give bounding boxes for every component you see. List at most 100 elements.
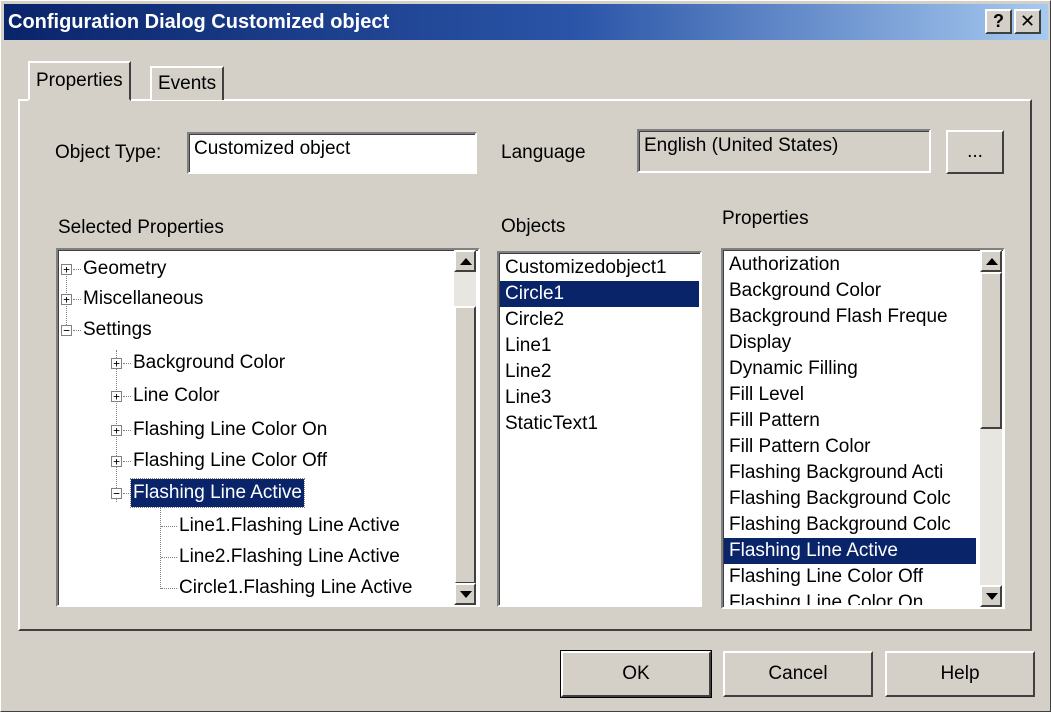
tree-connector (123, 430, 131, 431)
tree-connector (161, 526, 177, 527)
scroll-thumb[interactable] (454, 306, 476, 584)
tree-item-flashing-line-color-on[interactable]: + Flashing Line Color On (58, 416, 448, 444)
tree-connector (161, 557, 177, 558)
properties-list-item[interactable]: Flashing Background Acti (724, 460, 976, 486)
ok-button[interactable]: OK (560, 650, 712, 698)
language-field: English (United States) (637, 129, 931, 173)
tab-label: Events (158, 73, 217, 94)
tree-item-background-color[interactable]: + Background Color (58, 349, 448, 377)
close-icon: ✕ (1019, 11, 1036, 31)
arrow-down-icon (460, 591, 472, 598)
scroll-down-button[interactable] (980, 585, 1002, 607)
properties-list-items: Authorization Background Color Background … (724, 252, 976, 605)
expand-icon[interactable]: + (61, 264, 72, 275)
collapse-icon[interactable]: − (61, 325, 72, 336)
tree-item-label: Line Color (133, 385, 220, 406)
tree-item-label: Geometry (83, 258, 167, 279)
properties-scrollbar[interactable] (980, 250, 1002, 607)
configuration-dialog: Configuration Dialog Customized object ?… (0, 0, 1051, 712)
collapse-icon[interactable]: − (111, 488, 122, 499)
tree-item-label: Background Color (133, 352, 286, 373)
expand-icon[interactable]: + (111, 425, 122, 436)
tab-label: Properties (36, 70, 123, 91)
ok-label: OK (622, 663, 650, 684)
properties-list-item[interactable]: Flashing Background Colc (724, 486, 976, 512)
tab-events[interactable]: Events (150, 66, 225, 100)
properties-list-item[interactable]: Fill Pattern Color (724, 434, 976, 460)
tree-item-label: Miscellaneous (83, 288, 204, 309)
tree-scrollbar[interactable] (454, 250, 476, 605)
arrow-down-icon (986, 593, 998, 600)
tree-item-flashing-line-color-off[interactable]: + Flashing Line Color Off (58, 447, 448, 475)
language-value: English (United States) (644, 135, 839, 156)
tree-item-flashing-line-active[interactable]: − Flashing Line Active (58, 478, 448, 508)
scroll-down-button[interactable] (454, 583, 476, 605)
properties-list-item[interactable]: Flashing Line Color Off (724, 564, 976, 590)
properties-list-item[interactable]: Authorization (724, 252, 976, 278)
help-title-button[interactable]: ? (985, 9, 1012, 34)
tree-item-label: Flashing Line Active (130, 478, 305, 508)
expand-icon[interactable]: + (111, 358, 122, 369)
question-icon: ? (993, 11, 1004, 31)
tree-item-circle1-flashing-line-active[interactable]: Circle1.Flashing Line Active (58, 574, 448, 602)
properties-list[interactable]: Authorization Background Color Background … (721, 248, 1005, 609)
tree-connector (73, 330, 81, 331)
objects-list-item[interactable]: Customizedobject1 (500, 255, 699, 281)
object-type-field[interactable]: Customized object (187, 132, 477, 174)
tree-connector (123, 493, 131, 494)
properties-list-item[interactable]: Dynamic Filling (724, 356, 976, 382)
properties-list-item[interactable]: Display (724, 330, 976, 356)
window-title: Configuration Dialog Customized object (8, 10, 390, 33)
objects-list-item[interactable]: Circle2 (500, 307, 699, 333)
scroll-thumb[interactable] (980, 272, 1002, 429)
title-bar: Configuration Dialog Customized object ?… (4, 4, 1048, 40)
object-type-value: Customized object (194, 138, 351, 159)
properties-list-item[interactable]: Fill Pattern (724, 408, 976, 434)
objects-list[interactable]: Customizedobject1 Circle1 Circle2 Line1 Line… (497, 251, 702, 607)
close-button[interactable]: ✕ (1014, 9, 1041, 34)
properties-list-item[interactable]: Flashing Background Colc (724, 512, 976, 538)
tree-item-label: Settings (83, 319, 152, 340)
tree-item-label: Flashing Line Color Off (133, 450, 327, 471)
properties-list-item[interactable]: Background Color (724, 278, 976, 304)
tree-connector (73, 299, 81, 300)
properties-list-item[interactable]: Fill Level (724, 382, 976, 408)
selected-properties-tree[interactable]: + Geometry + Miscellaneous − Settings + … (56, 248, 480, 607)
objects-list-item[interactable]: Circle1 (500, 281, 699, 307)
help-button[interactable]: Help (885, 651, 1035, 697)
tree-connector (123, 396, 131, 397)
tree-item-line2-flashing-line-active[interactable]: Line2.Flashing Line Active (58, 543, 448, 571)
cancel-label: Cancel (768, 663, 828, 684)
objects-list-item[interactable]: StaticText1 (500, 411, 699, 437)
objects-list-item[interactable]: Line1 (500, 333, 699, 359)
properties-list-item[interactable]: Flashing Line Active (724, 538, 976, 564)
tab-properties[interactable]: Properties (28, 61, 131, 101)
tree-connector (123, 363, 131, 364)
properties-list-item[interactable]: Background Flash Freque (724, 304, 976, 330)
help-label: Help (940, 663, 980, 684)
objects-list-item[interactable]: Line2 (500, 359, 699, 385)
tree-item-settings[interactable]: − Settings (58, 316, 448, 344)
properties-list-item[interactable]: Flashing Line Color On (724, 590, 976, 605)
tree-item-geometry[interactable]: + Geometry (58, 255, 448, 283)
tree-item-line1-flashing-line-active[interactable]: Line1.Flashing Line Active (58, 512, 448, 540)
cancel-button[interactable]: Cancel (723, 651, 873, 697)
properties-label: Properties (722, 208, 809, 229)
expand-icon[interactable]: + (111, 456, 122, 467)
arrow-up-icon (986, 258, 998, 265)
tree-item-line-color[interactable]: + Line Color (58, 382, 448, 410)
expand-icon[interactable]: + (111, 391, 122, 402)
objects-list-item[interactable]: Line3 (500, 385, 699, 411)
scroll-up-button[interactable] (454, 250, 476, 272)
tree-connector (123, 461, 131, 462)
arrow-up-icon (460, 258, 472, 265)
tree-item-miscellaneous[interactable]: + Miscellaneous (58, 285, 448, 313)
tree-item-label: Line1.Flashing Line Active (179, 515, 400, 536)
language-browse-button[interactable]: ... (946, 130, 1004, 174)
selected-properties-label: Selected Properties (58, 217, 224, 238)
tree-connector (161, 588, 177, 589)
language-label: Language (501, 142, 586, 163)
tree-item-label: Circle1.Flashing Line Active (179, 577, 413, 598)
expand-icon[interactable]: + (61, 294, 72, 305)
scroll-up-button[interactable] (980, 250, 1002, 272)
